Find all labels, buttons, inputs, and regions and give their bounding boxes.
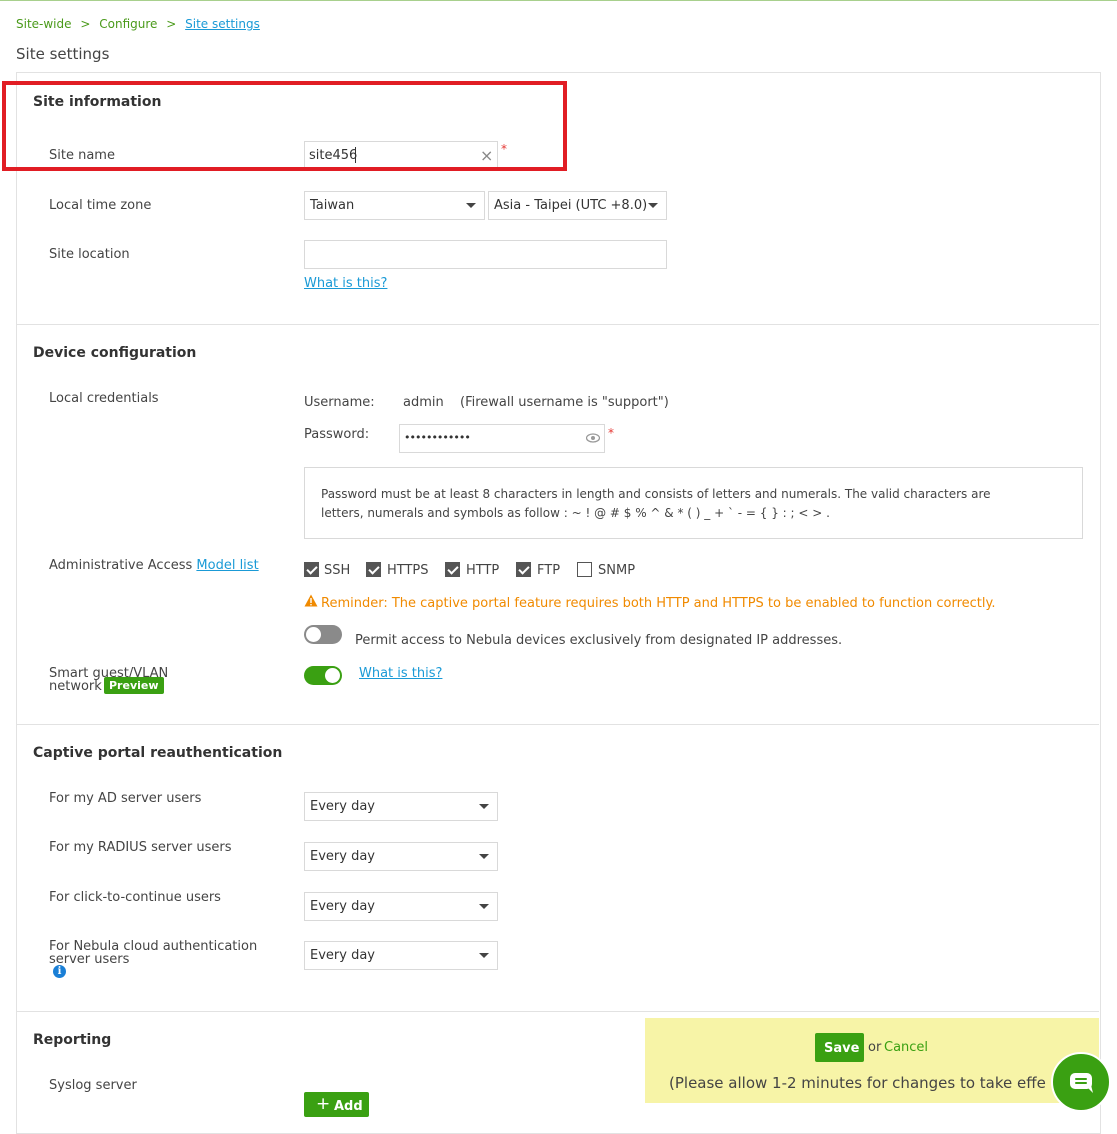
divider xyxy=(17,324,1099,325)
password-value: •••••••••••• xyxy=(404,431,471,444)
save-bar: Save or Cancel (Please allow 1-2 minutes… xyxy=(645,1018,1099,1103)
firewall-username-note: (Firewall username is "support") xyxy=(460,395,669,410)
nebula-cloud-reauth-value: Every day xyxy=(310,948,375,963)
breadcrumb-separator: > xyxy=(80,17,91,31)
click-to-continue-reauth-select[interactable]: Every day xyxy=(304,892,498,921)
preview-badge: Preview xyxy=(104,677,164,694)
breadcrumb-site-wide[interactable]: Site-wide xyxy=(16,17,72,31)
breadcrumb-separator: > xyxy=(166,17,177,31)
ad-reauth-select[interactable]: Every day xyxy=(304,792,498,821)
ssh-label: SSH xyxy=(324,563,351,578)
highlight-box xyxy=(2,81,567,171)
toggle-knob xyxy=(306,627,321,642)
cancel-link[interactable]: Cancel xyxy=(884,1040,928,1055)
click-to-continue-label: For click-to-continue users xyxy=(49,890,221,905)
what-is-this-link[interactable]: What is this? xyxy=(304,276,387,291)
radius-reauth-select[interactable]: Every day xyxy=(304,842,498,871)
chevron-down-icon xyxy=(479,904,489,909)
required-mark: * xyxy=(608,426,614,440)
password-hint-line2: letters, numerals and symbols as follow … xyxy=(321,506,830,520)
snmp-checkbox[interactable] xyxy=(577,562,592,577)
timezone-select[interactable]: Asia - Taipei (UTC +8.0) xyxy=(488,191,667,220)
ftp-checkbox[interactable] xyxy=(516,562,531,577)
radius-reauth-value: Every day xyxy=(310,849,375,864)
nebula-cloud-reauth-select[interactable]: Every day xyxy=(304,941,498,970)
or-text: or xyxy=(868,1040,882,1055)
radius-server-users-label: For my RADIUS server users xyxy=(49,840,232,855)
model-list-link[interactable]: Model list xyxy=(196,558,258,573)
smart-guest-toggle[interactable] xyxy=(304,666,342,685)
password-input[interactable]: •••••••••••• xyxy=(399,424,605,453)
http-label: HTTP xyxy=(466,563,500,578)
device-configuration-heading: Device configuration xyxy=(33,345,197,361)
smart-guest-label-line2: network xyxy=(49,679,102,694)
warning-icon xyxy=(304,594,318,611)
country-select[interactable]: Taiwan xyxy=(304,191,485,220)
site-location-label: Site location xyxy=(49,247,130,262)
changes-delay-note: (Please allow 1-2 minutes for changes to… xyxy=(669,1074,1046,1092)
chevron-down-icon xyxy=(479,854,489,859)
country-value: Taiwan xyxy=(310,198,355,213)
password-label: Password: xyxy=(304,427,370,442)
divider xyxy=(17,724,1099,725)
add-button-label: Add xyxy=(334,1099,363,1114)
ad-reauth-value: Every day xyxy=(310,799,375,814)
snmp-label: SNMP xyxy=(598,563,636,578)
toggle-knob xyxy=(325,668,340,683)
ssh-checkbox[interactable] xyxy=(304,562,319,577)
username-label: Username: xyxy=(304,395,375,410)
ftp-label: FTP xyxy=(537,563,561,578)
https-checkbox[interactable] xyxy=(366,562,381,577)
breadcrumb-site-settings[interactable]: Site settings xyxy=(185,17,260,31)
captive-portal-reminder: Reminder: The captive portal feature req… xyxy=(321,596,996,611)
permit-access-toggle[interactable] xyxy=(304,625,342,644)
eye-icon[interactable] xyxy=(585,432,601,448)
local-time-zone-label: Local time zone xyxy=(49,198,152,213)
chevron-down-icon xyxy=(466,203,476,208)
breadcrumb-configure[interactable]: Configure xyxy=(99,17,157,31)
save-button-label: Save xyxy=(824,1041,860,1056)
save-button[interactable]: Save xyxy=(815,1033,864,1062)
top-border xyxy=(0,0,1117,1)
administrative-access-label: Administrative Access Model list xyxy=(49,559,259,572)
divider xyxy=(17,1011,1099,1012)
add-syslog-button[interactable]: + Add xyxy=(304,1092,369,1117)
click-to-continue-reauth-value: Every day xyxy=(310,899,375,914)
local-credentials-label: Local credentials xyxy=(49,391,159,406)
plus-icon: + xyxy=(316,1094,331,1114)
ad-server-users-label: For my AD server users xyxy=(49,791,202,806)
page-title: Site settings xyxy=(16,45,110,63)
what-is-this-link[interactable]: What is this? xyxy=(359,666,442,681)
chat-icon[interactable] xyxy=(1051,1052,1111,1112)
breadcrumb: Site-wide > Configure > Site settings xyxy=(16,17,260,31)
password-hint-line1: Password must be at least 8 characters i… xyxy=(321,487,991,501)
syslog-server-label: Syslog server xyxy=(49,1078,137,1093)
http-checkbox[interactable] xyxy=(445,562,460,577)
https-label: HTTPS xyxy=(387,563,429,578)
site-location-input[interactable] xyxy=(304,240,667,269)
chevron-down-icon xyxy=(479,804,489,809)
chevron-down-icon xyxy=(648,203,658,208)
username-value: admin xyxy=(403,395,444,410)
info-icon[interactable]: i xyxy=(53,965,66,978)
captive-portal-heading: Captive portal reauthentication xyxy=(33,745,283,761)
permit-access-text: Permit access to Nebula devices exclusiv… xyxy=(355,633,843,648)
administrative-access-text: Administrative Access xyxy=(49,558,193,573)
timezone-value: Asia - Taipei (UTC +8.0) xyxy=(494,198,648,213)
nebula-cloud-auth-label-line2: server users xyxy=(49,952,130,967)
password-hint-box: Password must be at least 8 characters i… xyxy=(304,467,1083,539)
reporting-heading: Reporting xyxy=(33,1032,112,1048)
chevron-down-icon xyxy=(479,953,489,958)
